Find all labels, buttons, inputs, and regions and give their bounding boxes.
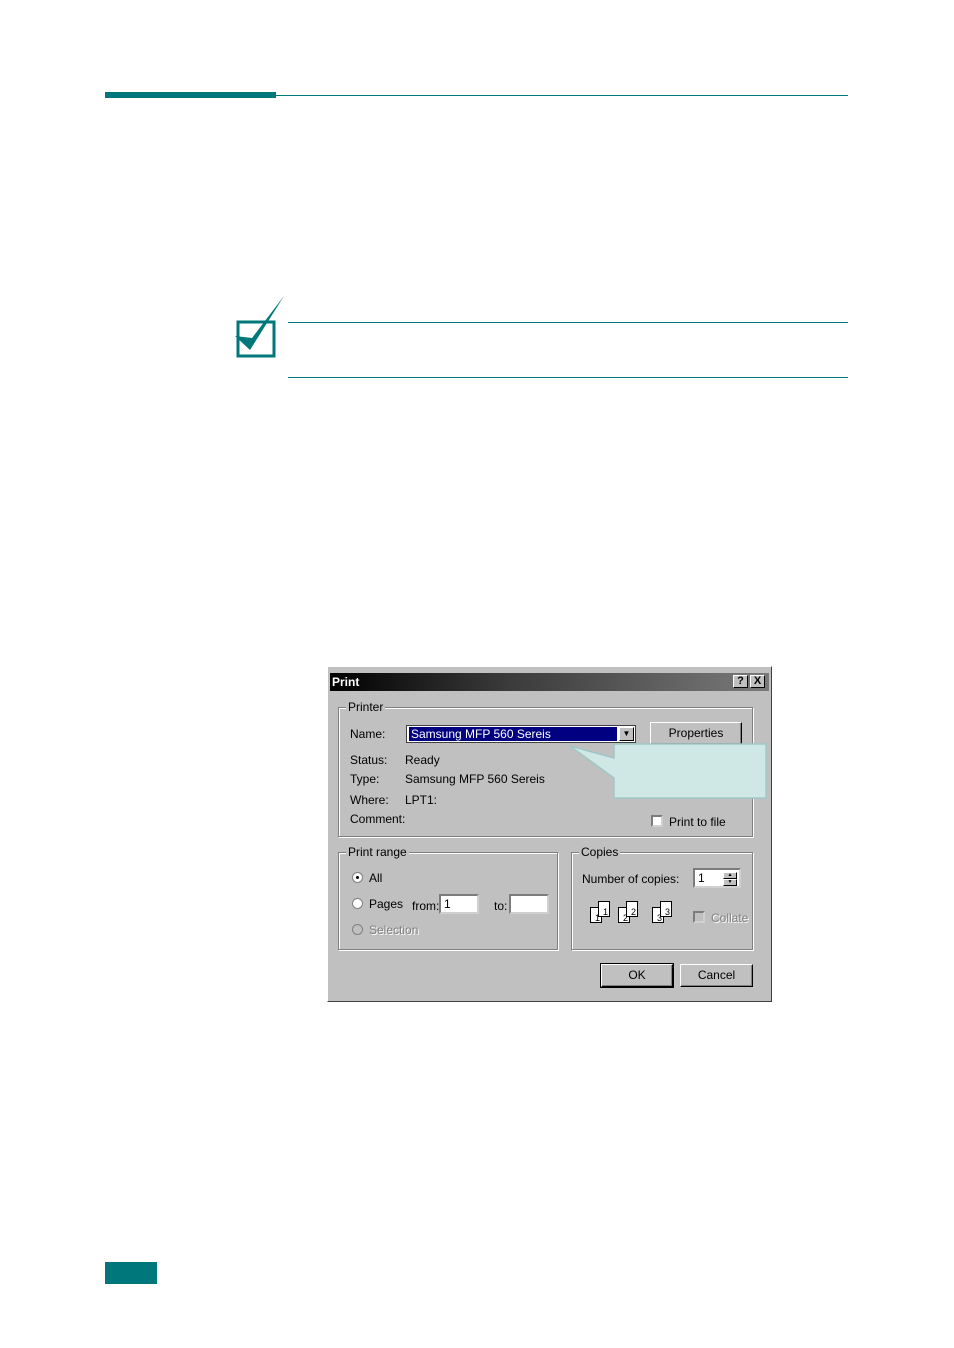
section-header-rule [276, 95, 848, 96]
note-bottom-rule [288, 377, 848, 378]
chevron-down-icon[interactable]: ▼ [619, 727, 634, 741]
spin-down-icon[interactable]: ▼ [723, 879, 737, 886]
name-label: Name: [350, 727, 386, 741]
to-field[interactable] [509, 894, 549, 914]
print-to-file-label: Print to file [669, 815, 726, 829]
section-header-bar [105, 92, 276, 98]
spin-control[interactable]: ▲ ▼ [723, 872, 737, 886]
type-value: Samsung MFP 560 Sereis [405, 772, 545, 786]
collate-label: Collate [711, 911, 749, 925]
range-selection-radio[interactable] [352, 924, 363, 935]
page-icon: 3 [660, 901, 672, 917]
copies-value: 1 [698, 871, 705, 885]
comment-label: Comment: [350, 812, 406, 826]
dialog-title: Print [332, 675, 360, 689]
range-all-label: All [369, 871, 383, 885]
printer-group-label: Printer [346, 700, 386, 714]
callout-box [569, 743, 767, 799]
range-pages-radio[interactable] [352, 898, 363, 909]
where-value: LPT1: [405, 793, 438, 807]
type-label: Type: [350, 772, 380, 786]
help-button[interactable]: ? [733, 675, 748, 688]
where-label: Where: [350, 793, 389, 807]
note-top-rule [288, 322, 848, 323]
range-all-radio[interactable] [352, 872, 363, 883]
note-checkmark-icon [235, 296, 284, 358]
collate-checkbox[interactable] [693, 911, 705, 923]
spin-up-icon[interactable]: ▲ [723, 872, 737, 879]
to-label: to: [494, 899, 508, 913]
copies-stepper[interactable]: 1 ▲ ▼ [693, 868, 741, 888]
print-range-group-label: Print range [346, 845, 409, 859]
page-icon: 1 [598, 901, 610, 917]
range-pages-label: Pages [369, 897, 404, 911]
page-number-tab [105, 1262, 157, 1284]
from-field[interactable]: 1 [439, 894, 479, 914]
copies-label: Number of copies: [582, 872, 680, 886]
print-to-file-checkbox[interactable] [651, 815, 663, 827]
printer-name-value: Samsung MFP 560 Sereis [409, 727, 617, 741]
close-button[interactable]: X [750, 675, 765, 688]
from-label: from: [412, 899, 440, 913]
status-value: Ready [405, 753, 440, 767]
ok-button[interactable]: OK [600, 963, 674, 988]
cancel-button[interactable]: Cancel [680, 964, 753, 987]
copies-group-label: Copies [579, 845, 621, 859]
range-selection-label: Selection [369, 923, 419, 937]
page-icon: 2 [626, 901, 638, 917]
dialog-titlebar[interactable]: Print ? X [330, 673, 769, 691]
print-dialog: Print ? X Printer Name: Samsung MFP 560 … [327, 666, 772, 1002]
status-label: Status: [350, 753, 388, 767]
